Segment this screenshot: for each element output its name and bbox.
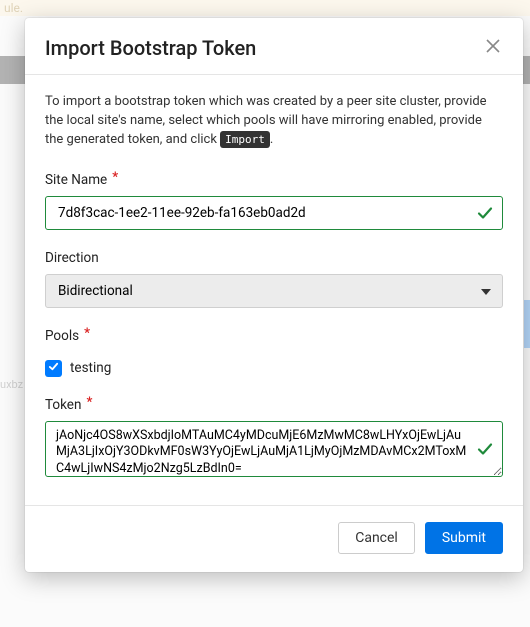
modal-body: To import a bootstrap token which was cr… bbox=[25, 75, 523, 505]
pool-checkbox[interactable] bbox=[45, 360, 62, 377]
import-code-badge: Import bbox=[220, 131, 270, 148]
pools-label: Pools* bbox=[45, 328, 85, 344]
direction-select[interactable]: Bidirectional bbox=[45, 274, 503, 308]
close-icon bbox=[486, 39, 500, 57]
site-name-label: Site Name* bbox=[45, 172, 113, 188]
site-name-input[interactable] bbox=[45, 196, 503, 230]
checkmark-icon bbox=[48, 360, 59, 376]
pool-label: testing bbox=[70, 360, 111, 376]
token-label: Token* bbox=[45, 397, 87, 413]
required-indicator-icon: * bbox=[112, 170, 118, 185]
direction-label: Direction bbox=[45, 250, 99, 266]
close-button[interactable] bbox=[483, 38, 503, 58]
label-text: Pools bbox=[45, 328, 79, 344]
pools-group: Pools* testing bbox=[45, 328, 503, 377]
label-text: Direction bbox=[45, 250, 99, 266]
submit-button[interactable]: Submit bbox=[425, 522, 503, 554]
modal-description: To import a bootstrap token which was cr… bbox=[45, 93, 503, 150]
label-text: Token bbox=[45, 397, 81, 413]
required-indicator-icon: * bbox=[86, 395, 92, 410]
label-text: Site Name bbox=[45, 172, 107, 188]
token-group: Token * bbox=[45, 397, 503, 481]
modal-title: Import Bootstrap Token bbox=[45, 36, 256, 60]
modal-footer: Cancel Submit bbox=[25, 505, 523, 572]
direction-group: Direction Bidirectional bbox=[45, 250, 503, 308]
import-bootstrap-token-modal: Import Bootstrap Token To import a boots… bbox=[25, 18, 523, 572]
pool-item-testing: testing bbox=[45, 360, 503, 377]
modal-header: Import Bootstrap Token bbox=[25, 18, 523, 75]
cancel-button[interactable]: Cancel bbox=[338, 522, 415, 554]
description-suffix: . bbox=[270, 132, 273, 147]
site-name-group: Site Name * bbox=[45, 172, 503, 230]
token-textarea[interactable] bbox=[45, 421, 503, 477]
required-indicator-icon: * bbox=[84, 326, 90, 341]
